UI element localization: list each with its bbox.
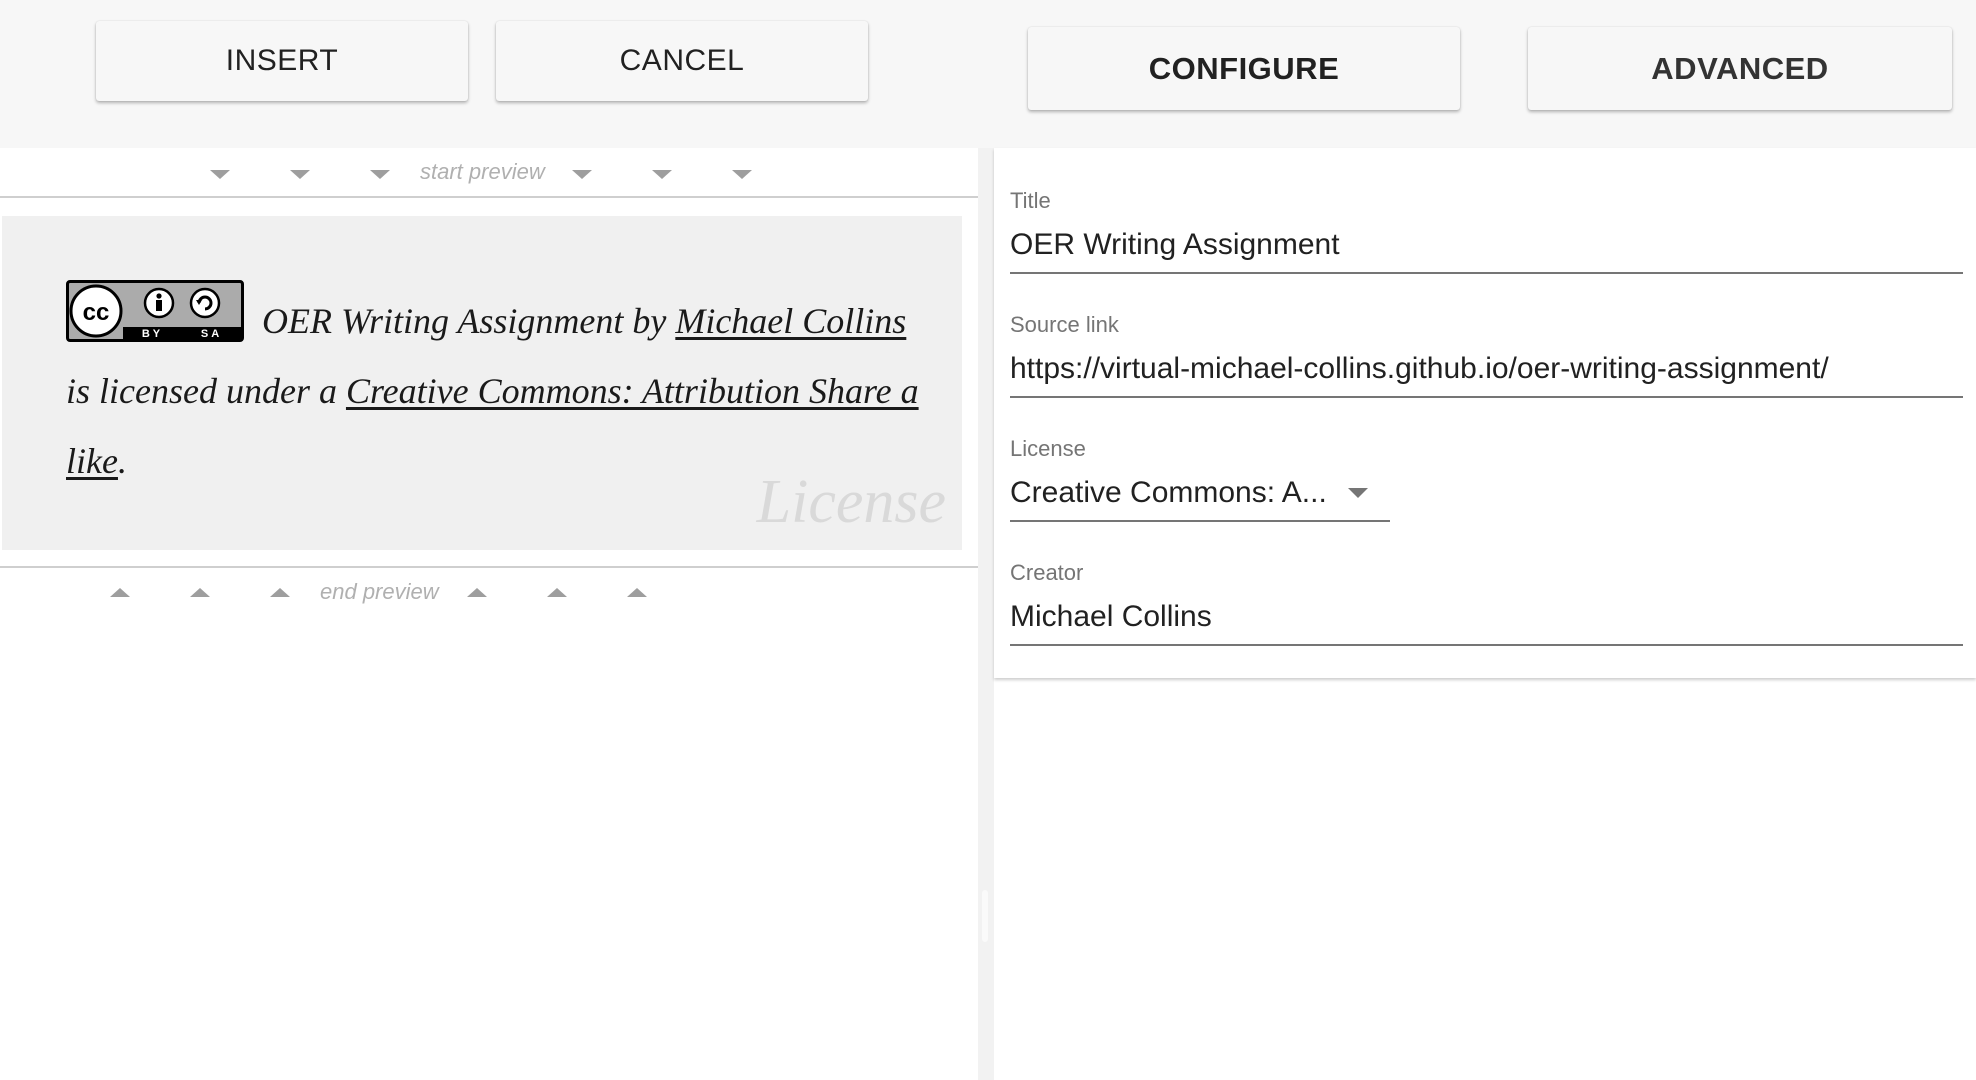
- start-preview-marker: start preview: [0, 148, 978, 198]
- chevron-down-icon: [370, 170, 390, 179]
- license-label: License: [1010, 436, 1086, 461]
- title-input[interactable]: [1010, 228, 1963, 274]
- chevron-up-icon: [467, 588, 487, 597]
- start-preview-label: start preview: [420, 159, 545, 184]
- chevron-down-icon: [572, 170, 592, 179]
- cancel-button[interactable]: CANCEL: [496, 21, 868, 101]
- creator-input[interactable]: [1010, 600, 1963, 646]
- chevron-down-icon: [290, 170, 310, 179]
- configure-button[interactable]: CONFIGURE: [1028, 27, 1460, 110]
- work-title: OER Writing Assignment: [262, 301, 624, 341]
- chevron-down-icon: [1348, 488, 1368, 498]
- chevron-up-icon: [627, 588, 647, 597]
- creator-field: Creator: [1010, 560, 1963, 646]
- license-select-value: Creative Commons: A...: [1010, 476, 1390, 522]
- source-link-label: Source link: [1010, 312, 1119, 337]
- chevron-up-icon: [270, 588, 290, 597]
- chevron-down-icon: [732, 170, 752, 179]
- creator-label: Creator: [1010, 560, 1084, 585]
- license-field: License Creative Commons: A...: [1010, 436, 1390, 522]
- source-link-field: Source link: [1010, 312, 1963, 398]
- creator-link[interactable]: Michael Collins: [675, 301, 906, 341]
- resizer-handle[interactable]: [982, 890, 988, 942]
- license-attribution-text: OER Writing Assignment by Michael Collin…: [66, 286, 926, 496]
- chevron-up-icon: [110, 588, 130, 597]
- period-text: .: [117, 441, 127, 481]
- chevron-down-icon: [210, 170, 230, 179]
- chevron-up-icon: [190, 588, 210, 597]
- by-text: by: [632, 301, 667, 341]
- top-toolbar: INSERT CANCEL CONFIGURE ADVANCED: [0, 0, 1976, 148]
- license-watermark: License: [756, 468, 946, 536]
- end-preview-marker: end preview: [0, 566, 978, 616]
- title-field: Title: [1010, 188, 1963, 274]
- advanced-button[interactable]: ADVANCED: [1528, 27, 1952, 110]
- title-label: Title: [1010, 188, 1051, 213]
- configure-panel: Title Source link License Creative Commo…: [994, 148, 1976, 678]
- insert-button[interactable]: INSERT: [96, 21, 468, 101]
- end-preview-label: end preview: [320, 579, 439, 604]
- chevron-down-icon: [652, 170, 672, 179]
- licensed-under-text: is licensed under a: [66, 371, 337, 411]
- license-select[interactable]: Creative Commons: A...: [1010, 476, 1390, 522]
- source-link-input[interactable]: [1010, 352, 1963, 398]
- license-preview: cc BY SA OER Writing Assignment by Micha…: [2, 216, 962, 550]
- chevron-up-icon: [547, 588, 567, 597]
